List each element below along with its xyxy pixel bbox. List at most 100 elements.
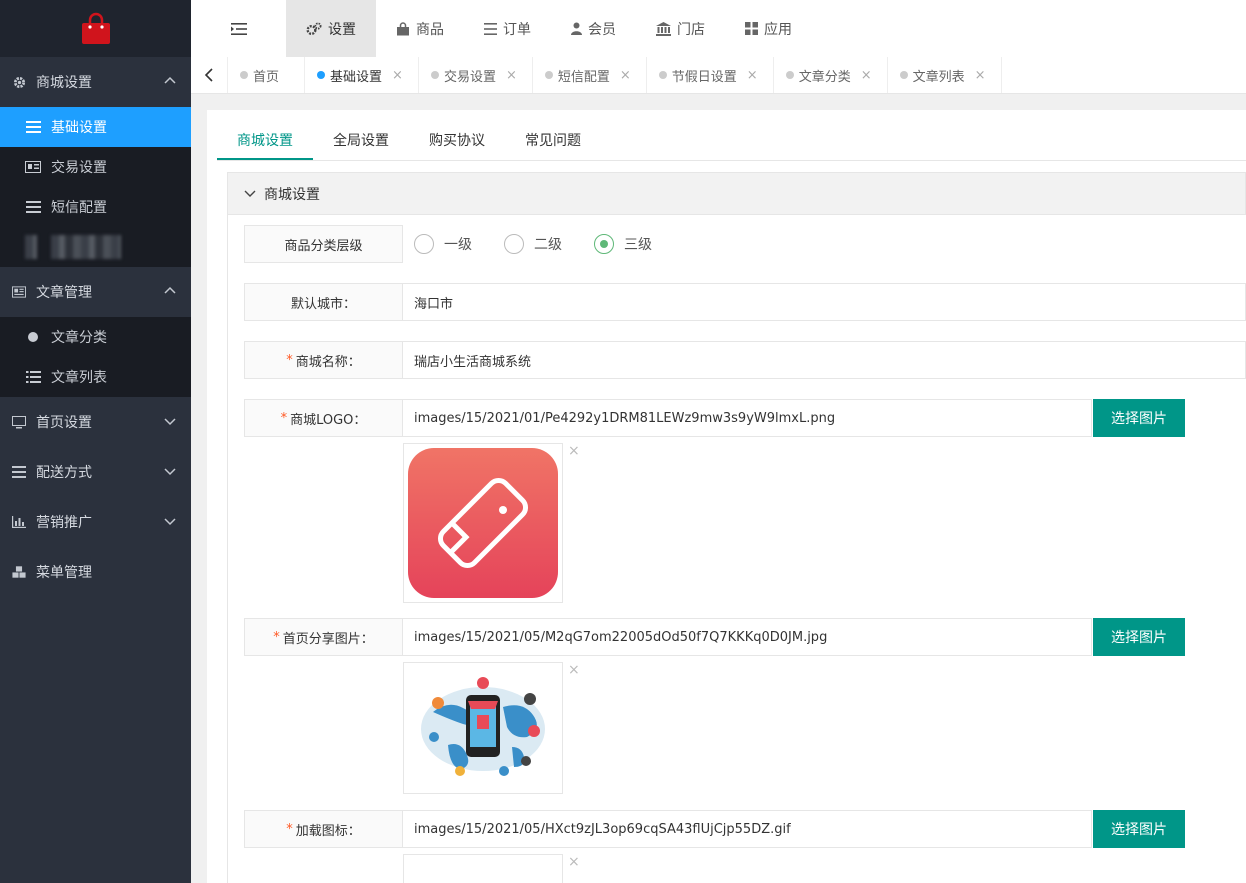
form-row-loading-icon: * 加载图标： images/15/2021/05/HXct9zJL3op69cq… — [244, 810, 1246, 848]
field-label-text: 商城LOGO： — [290, 412, 367, 428]
loading-icon-path-input[interactable]: images/15/2021/05/HXct9zJL3op69cqSA43flU… — [403, 810, 1092, 848]
page-tabs-scroll-left-button[interactable] — [191, 57, 228, 93]
app-logo[interactable] — [0, 0, 191, 57]
sidebar-item-redacted[interactable] — [0, 227, 191, 267]
radio-label: 一级 — [444, 237, 472, 253]
field-label: * 商城LOGO： — [244, 399, 403, 437]
sidebar-group-article-management[interactable]: 文章管理 — [0, 267, 191, 317]
list-icon — [25, 120, 41, 134]
sidebar-group-label: 配送方式 — [36, 465, 92, 481]
close-icon[interactable]: × — [861, 68, 872, 83]
sidebar-item-basic-settings[interactable]: 基础设置 — [0, 107, 191, 147]
form-row-category-level: 商品分类层级 一级 二级 三级 — [244, 225, 1246, 263]
shopping-bag-logo-icon — [81, 12, 110, 44]
remove-loading-icon-icon[interactable]: × — [568, 854, 580, 870]
topnav-tab-label: 门店 — [677, 21, 705, 38]
sidebar-group-homepage-settings[interactable]: 首页设置 — [0, 397, 191, 447]
radio-level-1[interactable]: 一级 — [414, 234, 472, 254]
sidebar-item-label: 短信配置 — [51, 200, 107, 216]
collapse-header-shop-settings[interactable]: 商城设置 — [227, 172, 1246, 215]
close-icon[interactable]: × — [620, 68, 631, 83]
remove-shop-logo-icon[interactable]: × — [568, 443, 580, 459]
chevron-down-icon — [244, 190, 256, 197]
list-icon — [12, 465, 26, 479]
sidebar-item-sms-config[interactable]: 短信配置 — [0, 187, 191, 227]
sidebar-item-label: 交易设置 — [51, 160, 107, 176]
radio-circle-icon — [414, 234, 434, 254]
sidebar-group-shop-settings[interactable]: 商城设置 — [0, 57, 191, 107]
close-icon[interactable]: × — [506, 68, 517, 83]
sidebar-item-article-category[interactable]: 文章分类 — [0, 317, 191, 357]
topnav-tab-orders[interactable]: 订单 — [464, 0, 551, 57]
field-label-text: 首页分享图片： — [282, 631, 374, 647]
topnav-tab-stores[interactable]: 门店 — [636, 0, 725, 57]
sidebar-item-article-list[interactable]: 文章列表 — [0, 357, 191, 397]
sidebar-group-label: 商城设置 — [36, 75, 92, 91]
chevron-left-icon — [204, 68, 213, 82]
page-tab-article-category[interactable]: 文章分类 × — [774, 57, 888, 93]
radio-level-2[interactable]: 二级 — [504, 234, 562, 254]
topnav-tab-products[interactable]: 商品 — [376, 0, 464, 57]
sidebar-group-menu-management[interactable]: 菜单管理 — [0, 547, 191, 597]
sidebar-submenu-articles: 文章分类 文章列表 — [0, 317, 191, 397]
collapse-title: 商城设置 — [264, 186, 320, 203]
shop-name-input[interactable]: 瑞店小生活商城系统 — [403, 341, 1246, 379]
field-label: * 加载图标： — [244, 810, 403, 848]
radio-level-3[interactable]: 三级 — [594, 234, 652, 254]
gear-icon — [12, 75, 26, 89]
sidebar-toggle-button[interactable] — [191, 0, 286, 57]
newspaper-icon — [12, 285, 26, 299]
list-icon — [484, 22, 497, 35]
field-label: * 首页分享图片： — [244, 618, 403, 656]
close-icon[interactable]: × — [392, 68, 403, 83]
loading-icon-select-image-button[interactable]: 选择图片 — [1093, 810, 1185, 848]
share-image-path-input[interactable]: images/15/2021/05/M2qG7om22005dOd50f7Q7K… — [403, 618, 1092, 656]
close-icon[interactable]: × — [747, 68, 758, 83]
sidebar-group-delivery-methods[interactable]: 配送方式 — [0, 447, 191, 497]
sidebar-submenu-shop-settings: 基础设置 交易设置 短信配置 — [0, 107, 191, 267]
page-tab-label: 交易设置 — [443, 69, 496, 85]
field-label: * 商城名称： — [244, 341, 403, 379]
chevron-down-icon — [164, 518, 176, 526]
shop-logo-image — [408, 448, 558, 598]
category-level-radio-group: 一级 二级 三级 — [414, 225, 684, 263]
user-icon — [571, 22, 582, 35]
bar-chart-icon — [12, 515, 26, 529]
page-tab-home[interactable]: 首页 — [228, 57, 306, 93]
cubes-icon — [12, 565, 26, 579]
subtab-global-settings[interactable]: 全局设置 — [313, 123, 409, 160]
main-content: 商城设置 全局设置 购买协议 常见问题 商城设置 商品分类层级 一级 二级 三级… — [207, 110, 1246, 883]
sidebar-group-marketing[interactable]: 营销推广 — [0, 497, 191, 547]
page-tab-article-list[interactable]: 文章列表 × — [888, 57, 1002, 93]
page-tab-label: 节假日设置 — [671, 69, 737, 85]
sidebar-group-label: 营销推广 — [36, 515, 92, 531]
subtab-purchase-agreement[interactable]: 购买协议 — [409, 123, 505, 160]
default-city-input[interactable]: 海口市 — [403, 283, 1246, 321]
topnav-tab-members[interactable]: 会员 — [551, 0, 636, 57]
bulleted-list-icon — [25, 370, 41, 384]
page-tabs-bar: 首页 基础设置 × 交易设置 × 短信配置 × 节假日设置 × 文章分类 × 文… — [191, 57, 1246, 94]
required-mark: * — [286, 821, 293, 837]
form-row-shop-logo: * 商城LOGO： images/15/2021/01/Pe4292y1DRM81… — [244, 399, 1246, 437]
share-image-select-image-button[interactable]: 选择图片 — [1093, 618, 1185, 656]
subtab-faq[interactable]: 常见问题 — [505, 123, 601, 160]
topnav-tab-settings[interactable]: 设置 — [286, 0, 376, 57]
page-tab-sms-config[interactable]: 短信配置 × — [533, 57, 647, 93]
indent-icon — [230, 22, 247, 35]
shop-logo-path-input[interactable]: images/15/2021/01/Pe4292y1DRM81LEWz9mw3s… — [403, 399, 1092, 437]
remove-share-image-icon[interactable]: × — [568, 662, 580, 678]
page-tab-basic-settings[interactable]: 基础设置 × — [305, 57, 419, 93]
radio-label: 二级 — [534, 237, 562, 253]
sidebar-item-trade-settings[interactable]: 交易设置 — [0, 147, 191, 187]
field-label-text: 商城名称： — [295, 354, 361, 370]
required-mark: * — [280, 410, 288, 426]
form-row-shop-name: * 商城名称： 瑞店小生活商城系统 — [244, 341, 1246, 379]
topnav-tab-apps[interactable]: 应用 — [725, 0, 812, 57]
subtab-shop-settings[interactable]: 商城设置 — [217, 123, 313, 160]
chevron-down-icon — [164, 418, 176, 426]
page-tab-trade-settings[interactable]: 交易设置 × — [419, 57, 533, 93]
close-icon[interactable]: × — [975, 68, 986, 83]
sidebar-item-label: 基础设置 — [51, 120, 107, 136]
page-tab-holiday-settings[interactable]: 节假日设置 × — [647, 57, 774, 93]
shop-logo-select-image-button[interactable]: 选择图片 — [1093, 399, 1185, 437]
